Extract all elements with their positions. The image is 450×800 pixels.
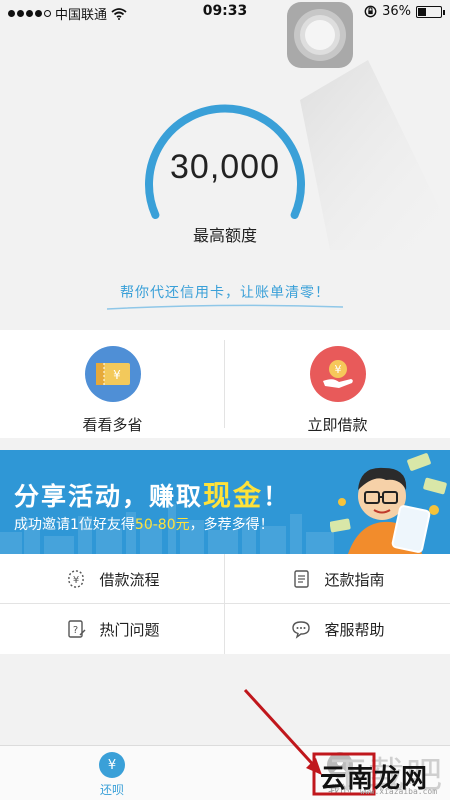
menu-loan-process[interactable]: ¥ 借款流程 bbox=[0, 554, 225, 604]
banner-title: 分享活动，赚取现金！ bbox=[14, 474, 290, 514]
banner-title-highlight: 现金 bbox=[203, 479, 264, 512]
menu-label: 借款流程 bbox=[99, 570, 160, 589]
yen-sync-icon: ¥ bbox=[99, 752, 125, 778]
cartoon-character-image bbox=[330, 453, 447, 554]
menu-customer-service[interactable]: 客服帮助 bbox=[225, 604, 450, 654]
action-borrow-now[interactable]: ¥ 立即借款 bbox=[225, 330, 450, 438]
coupon-icon: ¥ bbox=[84, 346, 141, 402]
promo-banner[interactable]: 分享活动，赚取现金！ 成功邀请1位好友得50-80元，多荐多得！ bbox=[0, 450, 450, 554]
help-menu: ¥ 借款流程 还款指南 ? 热门问题 客服帮助 bbox=[0, 554, 450, 654]
tab-home[interactable]: ¥ 还呗 bbox=[62, 752, 162, 798]
assistive-touch-button[interactable] bbox=[287, 2, 353, 68]
slogan-underline bbox=[106, 304, 344, 310]
svg-text:¥: ¥ bbox=[113, 368, 121, 382]
question-note-icon: ? bbox=[68, 620, 86, 638]
svg-text:?: ? bbox=[73, 625, 78, 636]
chat-bubble-icon bbox=[292, 621, 311, 639]
banner-subtitle-suffix: ，多荐多得！ bbox=[189, 517, 274, 533]
credit-slogan: 帮你代还信用卡，让账单清零！ bbox=[120, 285, 330, 301]
action-label: 看看多省 bbox=[82, 416, 143, 434]
yen-flow-icon: ¥ bbox=[68, 570, 85, 588]
banner-title-prefix: 分享活动，赚取 bbox=[14, 482, 204, 511]
banner-subtitle: 成功邀请1位好友得50-80元，多荐多得！ bbox=[14, 514, 274, 534]
menu-label: 热门问题 bbox=[99, 620, 160, 639]
tab-label: 还呗 bbox=[99, 783, 124, 797]
menu-label: 还款指南 bbox=[324, 570, 385, 589]
menu-label: 客服帮助 bbox=[324, 620, 385, 639]
credit-amount-label: 最高额度 bbox=[192, 226, 257, 245]
banner-subtitle-highlight: 50-80元 bbox=[134, 517, 190, 533]
watermark-url: www.xiazaiba.com bbox=[360, 787, 438, 796]
banner-title-suffix: ！ bbox=[263, 482, 291, 511]
menu-hot-questions[interactable]: ? 热门问题 bbox=[0, 604, 225, 654]
scroll-icon bbox=[294, 570, 310, 588]
svg-text:¥: ¥ bbox=[73, 575, 79, 586]
action-check-savings[interactable]: ¥ 看看多省 bbox=[0, 330, 225, 438]
credit-amount: 30,000 bbox=[170, 148, 280, 186]
action-label: 立即借款 bbox=[307, 416, 368, 434]
money-hand-icon: ¥ bbox=[309, 346, 366, 402]
quick-actions: ¥ 看看多省 ¥ 立即借款 bbox=[0, 330, 450, 438]
svg-text:¥: ¥ bbox=[334, 363, 341, 376]
menu-repayment-guide[interactable]: 还款指南 bbox=[225, 554, 450, 604]
banner-subtitle-prefix: 成功邀请1位好友得 bbox=[14, 517, 135, 533]
